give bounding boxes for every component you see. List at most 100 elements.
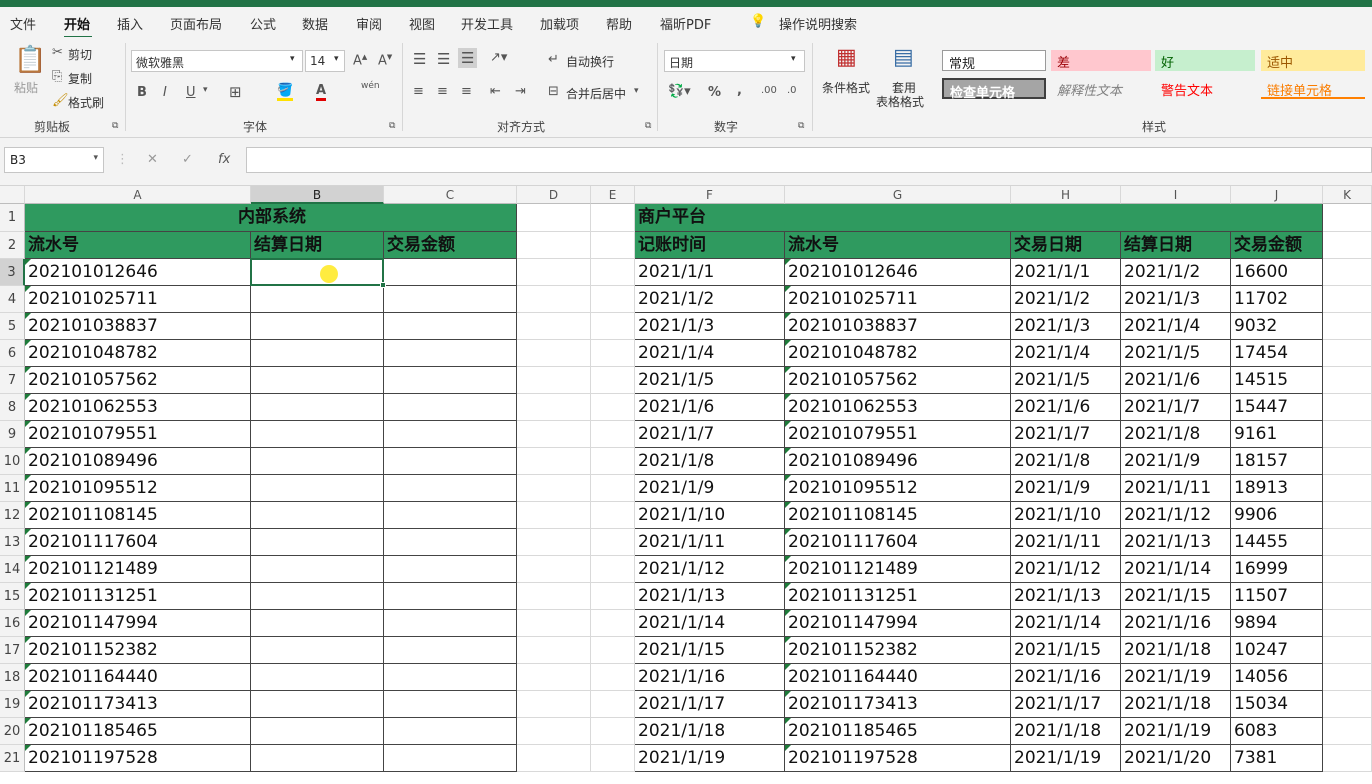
conditional-format-button[interactable]: 条件格式 [822,79,870,96]
cell[interactable] [251,637,384,664]
cell[interactable] [251,502,384,529]
font-size-box[interactable]: 14 ▾ [305,50,345,72]
menu-addins[interactable]: 加载项 [540,14,579,33]
cell[interactable]: 2021/1/4 [1011,340,1121,367]
style-neutral[interactable]: 适中 [1261,50,1365,71]
cell[interactable]: 202101062553 [25,394,251,421]
cell[interactable] [1323,259,1372,286]
cell[interactable]: 15447 [1231,394,1323,421]
cell[interactable]: 2021/1/7 [1011,421,1121,448]
cell[interactable]: 202101173413 [785,691,1011,718]
scissors-icon[interactable]: ✂ [52,45,63,60]
cell[interactable] [591,583,635,610]
cell[interactable]: 2021/1/9 [635,475,785,502]
italic-button[interactable]: I [163,85,167,100]
cell[interactable]: 202101038837 [785,313,1011,340]
row-header[interactable]: 4 [0,286,25,313]
cell[interactable] [591,367,635,394]
menu-data[interactable]: 数据 [302,14,328,33]
cell[interactable] [1323,718,1372,745]
cell[interactable]: 2021/1/13 [1121,529,1231,556]
cell[interactable] [1323,529,1372,556]
cell[interactable]: 记账时间 [635,232,785,259]
cell[interactable]: 2021/1/6 [1011,394,1121,421]
cell[interactable]: 202101012646 [785,259,1011,286]
cell[interactable]: 202101131251 [25,583,251,610]
cell[interactable] [591,286,635,313]
cell[interactable] [591,502,635,529]
cell[interactable] [251,664,384,691]
cell[interactable]: 交易金额 [384,232,517,259]
style-explanatory[interactable]: 解释性文本 [1051,78,1151,99]
cell[interactable] [384,448,517,475]
cell[interactable]: 2021/1/8 [1011,448,1121,475]
cell[interactable] [591,448,635,475]
orientation-icon[interactable]: ↗▾ [490,50,507,65]
paste-icon[interactable]: 📋 [14,45,46,75]
cell[interactable]: 7381 [1231,745,1323,772]
cell[interactable]: 2021/1/16 [1121,610,1231,637]
cell[interactable] [517,637,591,664]
cell[interactable] [517,556,591,583]
cell[interactable] [251,583,384,610]
cell[interactable]: 202101079551 [25,421,251,448]
dialog-launcher-icon[interactable]: ⧉ [389,121,395,131]
cell[interactable] [517,421,591,448]
copy-icon[interactable]: ⎘ [52,69,62,84]
wrap-text-icon[interactable]: ↵ [548,52,559,67]
cell[interactable]: 交易日期 [1011,232,1121,259]
cell[interactable]: 202101057562 [25,367,251,394]
cell[interactable]: 2021/1/19 [1011,745,1121,772]
worksheet-grid[interactable]: A B C D E F G H I J K 1 2 3 4 5 6 7 8 9 10 11 12 13 14 15 16 17 18 19… [0,186,1372,784]
cell[interactable] [251,313,384,340]
cell[interactable] [517,502,591,529]
cell[interactable]: 2021/1/11 [1011,529,1121,556]
align-bottom-icon[interactable]: ☰ [458,48,478,68]
row-header[interactable]: 9 [0,421,25,448]
cell[interactable]: 交易金额 [1231,232,1323,259]
cell[interactable] [384,583,517,610]
menu-view[interactable]: 视图 [409,14,435,33]
cell[interactable] [591,259,635,286]
cell[interactable] [251,745,384,772]
cell[interactable]: 2021/1/1 [1011,259,1121,286]
cell[interactable]: 15034 [1231,691,1323,718]
cell[interactable] [517,583,591,610]
cell[interactable]: 2021/1/13 [635,583,785,610]
merge-center-button[interactable]: 合并后居中 [566,85,626,102]
column-header[interactable]: F [635,186,785,204]
number-format-box[interactable]: 日期 ▾ [664,50,805,72]
cell[interactable]: 202101108145 [785,502,1011,529]
column-header[interactable]: C [384,186,517,204]
cell[interactable] [591,529,635,556]
cell[interactable]: 2021/1/7 [1121,394,1231,421]
cell[interactable]: 2021/1/7 [635,421,785,448]
cell[interactable] [384,637,517,664]
cell[interactable] [384,718,517,745]
cell[interactable]: 2021/1/14 [635,610,785,637]
style-check-cell[interactable]: 检查单元格 [942,78,1046,101]
cell[interactable] [1323,475,1372,502]
style-warning[interactable]: 警告文本 [1155,78,1255,99]
column-header[interactable]: J [1231,186,1323,204]
column-header[interactable]: E [591,186,635,204]
cell[interactable]: 2021/1/14 [1011,610,1121,637]
cell[interactable] [1323,448,1372,475]
cell[interactable] [591,313,635,340]
cell[interactable]: 流水号 [785,232,1011,259]
cell[interactable]: 2021/1/2 [635,286,785,313]
cell[interactable] [384,394,517,421]
decrease-indent-icon[interactable]: ⇤ [490,84,501,99]
cell[interactable] [384,259,517,286]
column-header[interactable]: A [25,186,251,204]
cell[interactable] [517,745,591,772]
cell[interactable]: 9032 [1231,313,1323,340]
cut-button[interactable]: 剪切 [68,46,92,63]
cell[interactable] [1323,691,1372,718]
cell[interactable]: 2021/1/18 [1121,637,1231,664]
cell[interactable]: 2021/1/11 [1121,475,1231,502]
format-table-icon[interactable]: ▤ [893,45,914,70]
cell[interactable] [251,367,384,394]
formula-input[interactable] [246,147,1372,173]
increase-font-icon[interactable]: A▲ [353,53,367,68]
